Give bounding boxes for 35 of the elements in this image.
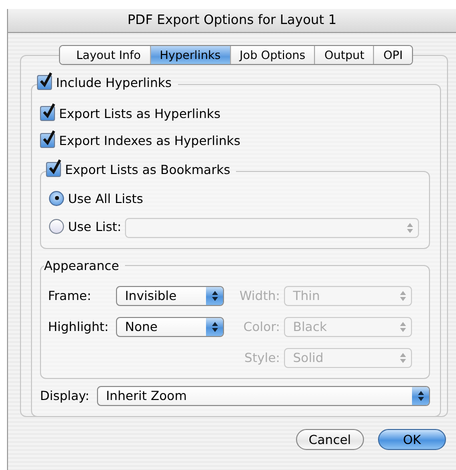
tab[interactable]: Job Options — [230, 46, 314, 64]
radio-button[interactable]: Use All Lists — [49, 190, 144, 206]
field-label: Highlight: — [48, 319, 110, 334]
cancel-button[interactable]: Cancel — [296, 429, 364, 450]
checkmark-icon — [42, 130, 56, 146]
group-title: Appearance — [44, 258, 120, 272]
ok-button[interactable]: OK — [378, 429, 446, 450]
up-down-arrows-icon — [406, 222, 412, 232]
field-label: Display: — [40, 388, 90, 403]
checkmark-icon — [39, 72, 53, 88]
tab[interactable]: Hyperlinks — [150, 46, 230, 64]
tab[interactable]: Layout Info — [60, 46, 150, 64]
popup-menu[interactable]: None — [116, 316, 224, 336]
radio-button[interactable]: Use List: — [49, 218, 122, 234]
tab[interactable]: OPI — [373, 46, 412, 64]
field-label: Color: — [242, 319, 281, 334]
checkbox[interactable]: Export Lists as Hyperlinks — [40, 106, 221, 121]
up-down-arrows-icon — [400, 290, 406, 300]
bookmarks-checkbox[interactable]: Export Lists as Bookmarks — [46, 162, 230, 177]
field-label: Width: — [238, 288, 281, 303]
up-down-arrows-icon — [212, 322, 218, 332]
field-label: Style: — [243, 350, 281, 365]
up-down-arrows-icon — [400, 352, 406, 362]
window-title: PDF Export Options for Layout 1 — [8, 9, 456, 33]
up-down-arrows-icon — [418, 390, 424, 400]
checkbox[interactable]: Export Indexes as Hyperlinks — [40, 133, 240, 148]
up-down-arrows-icon — [212, 290, 218, 300]
checkmark-icon — [48, 159, 62, 175]
field-label: Frame: — [48, 288, 92, 303]
display-popup[interactable]: Inherit Zoom — [97, 386, 430, 406]
include-hyperlinks-checkbox[interactable]: Include Hyperlinks — [37, 75, 172, 90]
tab[interactable]: Output — [314, 46, 374, 64]
checkmark-icon — [42, 103, 56, 119]
popup-menu[interactable]: Invisible — [116, 286, 224, 306]
up-down-arrows-icon — [400, 322, 406, 332]
